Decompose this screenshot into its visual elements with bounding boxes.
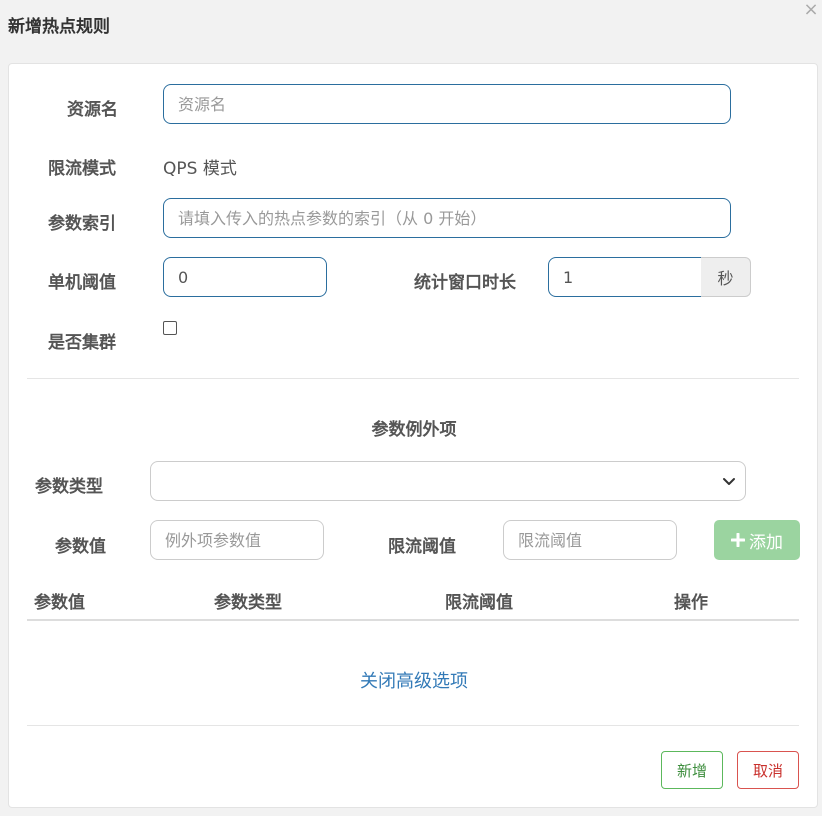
- cluster-checkbox[interactable]: [163, 321, 177, 335]
- exception-value-input[interactable]: [150, 520, 324, 560]
- add-button-label: 添加: [749, 532, 783, 553]
- plus-icon: [731, 533, 745, 547]
- window-label: 统计窗口时长: [414, 273, 516, 293]
- mode-value: QPS 模式: [163, 159, 237, 179]
- threshold-label: 单机阈值: [48, 273, 116, 293]
- cluster-label: 是否集群: [48, 333, 116, 353]
- param-value-label: 参数值: [55, 537, 106, 557]
- param-index-input[interactable]: [163, 198, 731, 238]
- hot-param-rule-dialog: 新增热点规则 × 资源名 限流模式 QPS 模式 参数索引 单机阈值 统计窗口时…: [0, 0, 822, 816]
- window-unit: 秒: [701, 257, 751, 297]
- dialog-title: 新增热点规则: [8, 17, 110, 37]
- param-index-label: 参数索引: [48, 214, 116, 234]
- chevron-down-icon: [723, 478, 735, 485]
- param-type-select[interactable]: [150, 461, 746, 501]
- form-panel: 资源名 限流模式 QPS 模式 参数索引 单机阈值 统计窗口时长 秒 是否集群 …: [8, 63, 818, 808]
- section-divider: [27, 378, 799, 379]
- table-header-line: [27, 619, 799, 621]
- close-advanced-link[interactable]: 关闭高级选项: [9, 667, 819, 693]
- save-button[interactable]: 新增: [661, 751, 723, 789]
- col-param-value: 参数值: [34, 593, 85, 613]
- cancel-button[interactable]: 取消: [737, 751, 799, 789]
- resource-label: 资源名: [67, 100, 118, 120]
- col-param-type: 参数类型: [214, 593, 282, 613]
- param-type-label: 参数类型: [35, 477, 103, 497]
- close-icon[interactable]: ×: [802, 0, 820, 20]
- exceptions-title: 参数例外项: [371, 420, 457, 440]
- exception-limit-input[interactable]: [503, 520, 677, 560]
- window-input[interactable]: [548, 257, 702, 297]
- mode-label: 限流模式: [48, 159, 116, 179]
- add-exception-button[interactable]: 添加: [714, 520, 800, 560]
- col-actions: 操作: [674, 593, 708, 613]
- limit-label: 限流阈值: [388, 537, 456, 557]
- col-limit: 限流阈值: [445, 593, 513, 613]
- resource-input[interactable]: [163, 84, 731, 124]
- footer-divider: [27, 725, 799, 726]
- threshold-input[interactable]: [163, 257, 327, 297]
